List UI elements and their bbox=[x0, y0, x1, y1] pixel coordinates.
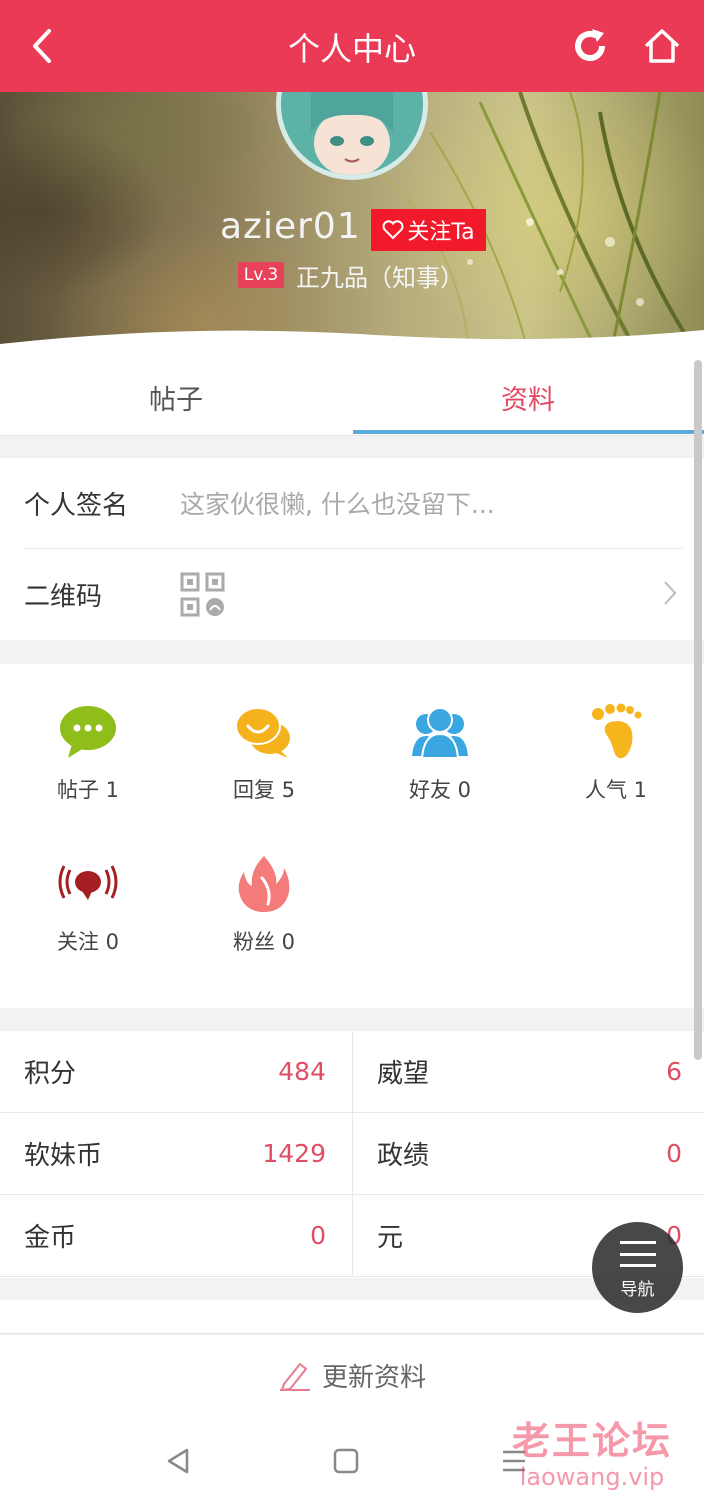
navigation-fab[interactable]: 导航 bbox=[592, 1222, 683, 1313]
signature-value: 这家伙很懒, 什么也没留下... bbox=[180, 490, 495, 519]
credit-label: 积分 bbox=[24, 1059, 77, 1089]
edit-pencil-icon bbox=[279, 1363, 310, 1391]
credit-label: 威望 bbox=[377, 1059, 430, 1089]
credit-label: 元 bbox=[377, 1223, 404, 1253]
stat-label: 回复 5 bbox=[232, 778, 296, 802]
stat-label: 人气 1 bbox=[584, 778, 648, 802]
credit-label: 政绩 bbox=[377, 1141, 430, 1171]
heart-outline-icon bbox=[382, 220, 404, 240]
chat-bubble-icon bbox=[60, 706, 116, 758]
follow-button[interactable]: 关注Ta bbox=[371, 209, 486, 251]
stat-replies[interactable]: 回复 5 bbox=[176, 664, 352, 804]
tab-posts[interactable]: 帖子 bbox=[0, 358, 352, 436]
rank-title: 正九品（知事） bbox=[296, 264, 464, 292]
profile-banner: azier01 关注Ta Lv.3 正九品（知事） bbox=[0, 92, 704, 358]
update-profile-button[interactable]: 更新资料 bbox=[0, 1335, 704, 1415]
tab-bar: 帖子 资料 bbox=[0, 358, 704, 436]
footprint-icon bbox=[592, 703, 642, 759]
friends-icon bbox=[412, 707, 468, 759]
tab-indicator bbox=[353, 430, 704, 434]
system-back-button[interactable] bbox=[158, 1441, 198, 1481]
username: azier01 bbox=[220, 206, 361, 247]
credit-value: 6 bbox=[666, 1057, 682, 1086]
qr-code-label: 二维码 bbox=[24, 582, 103, 612]
stat-label: 好友 0 bbox=[408, 778, 472, 802]
credit-soft-coin: 软妹币 1429 bbox=[0, 1113, 352, 1195]
stat-posts[interactable]: 帖子 1 bbox=[0, 664, 176, 804]
hamburger-icon bbox=[619, 1241, 656, 1267]
reply-bubbles-icon bbox=[235, 707, 290, 758]
refresh-icon bbox=[575, 29, 605, 61]
stat-label: 粉丝 0 bbox=[232, 930, 296, 954]
credit-value: 0 bbox=[666, 1139, 682, 1168]
credits-table: 积分 484 威望 6 软妹币 1429 政绩 0 金币 0 元 0 bbox=[0, 1031, 704, 1278]
credit-label: 金币 bbox=[24, 1223, 77, 1253]
fab-label: 导航 bbox=[620, 1280, 655, 1300]
qr-code-row[interactable]: 二维码 bbox=[24, 549, 682, 640]
flame-icon bbox=[238, 856, 290, 912]
banner-wave-divider bbox=[0, 330, 704, 358]
watermark-title: 老王论坛 bbox=[512, 1418, 673, 1463]
credit-value: 484 bbox=[278, 1057, 326, 1086]
refresh-button[interactable] bbox=[564, 20, 616, 72]
system-home-button[interactable] bbox=[326, 1441, 366, 1481]
top-bar: 个人中心 bbox=[0, 0, 704, 92]
update-profile-label: 更新资料 bbox=[321, 1362, 426, 1393]
home-icon bbox=[644, 29, 680, 63]
stat-fans[interactable]: 粉丝 0 bbox=[176, 816, 352, 956]
stat-label: 帖子 1 bbox=[56, 778, 120, 802]
stat-following[interactable]: 关注 0 bbox=[0, 816, 176, 956]
qr-code-icon bbox=[180, 572, 225, 616]
profile-info: 个人签名 这家伙很懒, 什么也没留下... 二维码 bbox=[0, 458, 704, 640]
square-home-icon bbox=[333, 1448, 359, 1474]
credit-value: 1429 bbox=[262, 1139, 326, 1168]
broadcast-icon bbox=[58, 865, 118, 900]
signature-label: 个人签名 bbox=[24, 490, 129, 521]
credit-merit: 政绩 0 bbox=[352, 1113, 704, 1195]
home-button[interactable] bbox=[636, 20, 688, 72]
stats-grid: 帖子 1 回复 5 好友 0 人气 1 关注 0 粉丝 0 bbox=[0, 664, 704, 1008]
scrollbar[interactable] bbox=[694, 360, 702, 1060]
level-badge: Lv.3 bbox=[238, 262, 284, 288]
tab-profile[interactable]: 资料 bbox=[352, 358, 704, 436]
credit-value: 0 bbox=[310, 1221, 326, 1250]
watermark: 老王论坛 laowang.vip bbox=[512, 1410, 672, 1491]
credit-label: 软妹币 bbox=[24, 1141, 103, 1171]
watermark-url: laowang.vip bbox=[519, 1463, 665, 1491]
signature-row: 个人签名 这家伙很懒, 什么也没留下... bbox=[24, 458, 682, 549]
stat-friends[interactable]: 好友 0 bbox=[352, 664, 528, 804]
credit-prestige: 威望 6 bbox=[352, 1031, 704, 1113]
stat-label: 关注 0 bbox=[56, 930, 120, 954]
chevron-right-icon bbox=[664, 581, 677, 605]
follow-label: 关注Ta bbox=[407, 220, 475, 245]
credit-points: 积分 484 bbox=[0, 1031, 352, 1113]
triangle-back-icon bbox=[167, 1448, 189, 1474]
credit-gold: 金币 0 bbox=[0, 1195, 352, 1277]
stat-popularity[interactable]: 人气 1 bbox=[528, 664, 704, 804]
next-section-strip bbox=[0, 1300, 704, 1334]
